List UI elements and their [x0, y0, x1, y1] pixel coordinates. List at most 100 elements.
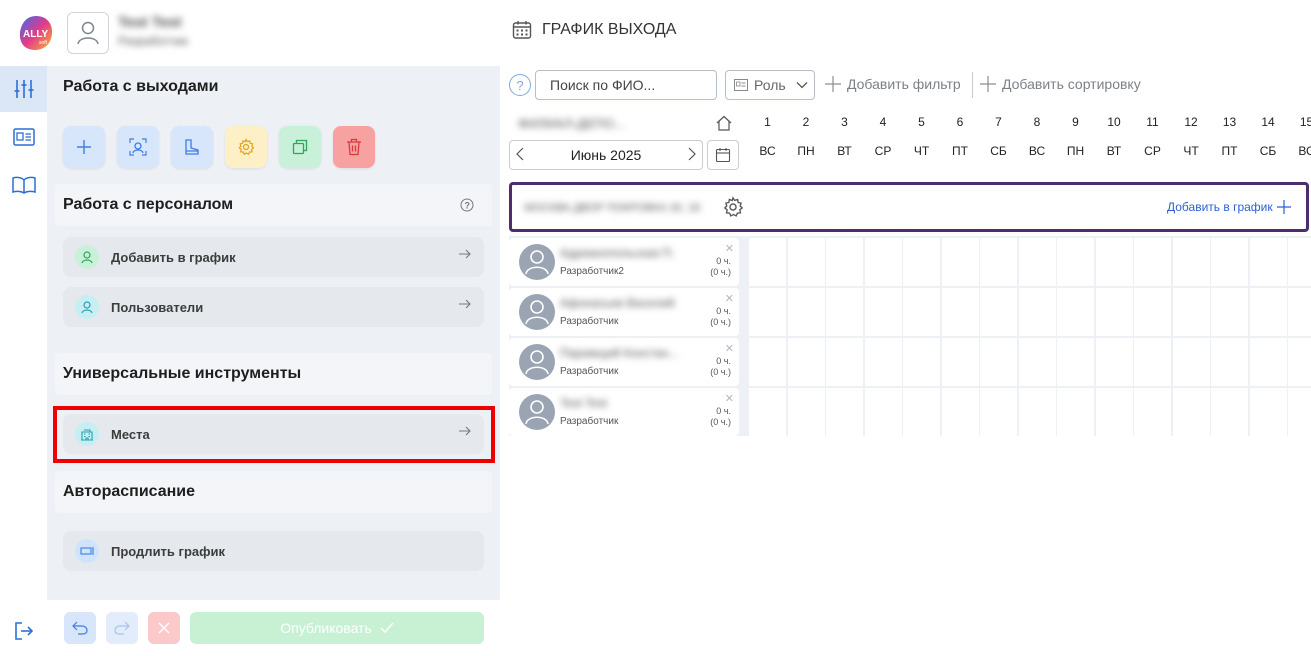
schedule-cell[interactable] — [826, 288, 863, 336]
schedule-cell[interactable] — [826, 338, 863, 386]
publish-button[interactable]: Опубликовать — [190, 612, 484, 644]
schedule-cell[interactable] — [980, 288, 1017, 336]
schedule-cell[interactable] — [1018, 338, 1056, 386]
employee-row[interactable]: Test Test Разработчик 0 ч. (0 ч.) ✕ — [509, 388, 739, 436]
rail-logout[interactable] — [0, 608, 47, 654]
schedule-cell[interactable] — [980, 388, 1017, 436]
remove-employee-icon[interactable]: ✕ — [725, 292, 734, 305]
schedule-cell[interactable] — [1211, 338, 1248, 386]
schedule-cell[interactable] — [826, 238, 863, 286]
schedule-cell[interactable] — [941, 338, 979, 386]
help-button[interactable]: ? — [509, 74, 531, 96]
schedule-cell[interactable] — [941, 238, 979, 286]
day-header: 10 ВТ — [1095, 108, 1133, 164]
schedule-cell[interactable] — [1095, 238, 1133, 286]
schedule-cell[interactable] — [1249, 388, 1287, 436]
schedule-cell[interactable] — [1095, 338, 1133, 386]
schedule-cell[interactable] — [749, 288, 786, 336]
schedule-cell[interactable] — [749, 238, 786, 286]
schedule-cell[interactable] — [980, 238, 1017, 286]
schedule-cell[interactable] — [787, 388, 825, 436]
cancel-button[interactable] — [148, 612, 180, 644]
role-select[interactable]: Роль — [725, 70, 815, 100]
schedule-cell[interactable] — [1018, 238, 1056, 286]
schedule-cell[interactable] — [787, 338, 825, 386]
next-month-button[interactable] — [688, 147, 696, 164]
employee-row[interactable]: Афонасьев Василий Разработчик 0 ч. (0 ч.) ✕ — [509, 288, 739, 336]
settings-button[interactable] — [225, 126, 267, 168]
schedule-cell[interactable] — [1288, 238, 1311, 286]
home-icon[interactable] — [716, 115, 732, 136]
employee-row[interactable]: Парамщий Констан... Разработчик 0 ч. (0 ч.)… — [509, 338, 739, 386]
schedule-cell[interactable] — [1057, 288, 1094, 336]
schedule-cell[interactable] — [749, 388, 786, 436]
assign-user-button[interactable] — [117, 126, 159, 168]
schedule-cell[interactable] — [941, 288, 979, 336]
schedule-cell[interactable] — [1057, 338, 1094, 386]
schedule-cell[interactable] — [1057, 238, 1094, 286]
schedule-cell[interactable] — [903, 288, 940, 336]
rail-item-cards[interactable] — [0, 114, 47, 160]
schedule-cell[interactable] — [1018, 388, 1056, 436]
remove-employee-icon[interactable]: ✕ — [725, 392, 734, 405]
remove-employee-icon[interactable]: ✕ — [725, 342, 734, 355]
undo-button[interactable] — [64, 612, 96, 644]
prev-month-button[interactable] — [516, 147, 524, 164]
schedule-cell[interactable] — [787, 238, 825, 286]
schedule-cell[interactable] — [1134, 238, 1171, 286]
menu-extend-schedule[interactable]: Продлить график — [63, 531, 484, 571]
schedule-cell[interactable] — [1288, 338, 1311, 386]
boot-button[interactable] — [171, 126, 213, 168]
remove-employee-icon[interactable]: ✕ — [725, 242, 734, 255]
schedule-cell[interactable] — [1172, 388, 1210, 436]
schedule-cell[interactable] — [1288, 388, 1311, 436]
schedule-cell[interactable] — [1211, 288, 1248, 336]
schedule-cell[interactable] — [1095, 388, 1133, 436]
schedule-cell[interactable] — [1057, 388, 1094, 436]
schedule-cell[interactable] — [903, 338, 940, 386]
redo-button[interactable] — [106, 612, 138, 644]
add-filter-button[interactable]: Добавить фильтр — [825, 76, 961, 92]
schedule-cell[interactable] — [864, 338, 902, 386]
rail-item-schedule[interactable] — [0, 66, 47, 112]
schedule-cell[interactable] — [864, 388, 902, 436]
day-number: 15 — [1299, 115, 1311, 129]
schedule-cell[interactable] — [1172, 288, 1210, 336]
schedule-cell[interactable] — [1134, 338, 1171, 386]
employee-row[interactable]: Адрианопольская П. Разработчик2 0 ч. (0 ч.)… — [509, 238, 739, 286]
schedule-cell[interactable] — [941, 388, 979, 436]
schedule-cell[interactable] — [1018, 288, 1056, 336]
schedule-cell[interactable] — [980, 338, 1017, 386]
add-sort-button[interactable]: Добавить сортировку — [980, 76, 1141, 92]
schedule-cell[interactable] — [1211, 388, 1248, 436]
menu-add-to-schedule[interactable]: Добавить в график — [63, 237, 484, 277]
schedule-cell[interactable] — [1134, 288, 1171, 336]
schedule-cell[interactable] — [903, 238, 940, 286]
delete-button[interactable] — [333, 126, 375, 168]
schedule-cell[interactable] — [864, 238, 902, 286]
schedule-cell[interactable] — [1134, 388, 1171, 436]
schedule-cell[interactable] — [787, 288, 825, 336]
rail-item-docs[interactable] — [0, 162, 47, 208]
menu-users[interactable]: Пользователи — [63, 287, 484, 327]
copy-button[interactable] — [279, 126, 321, 168]
schedule-cell[interactable] — [1249, 338, 1287, 386]
schedule-cell[interactable] — [1095, 288, 1133, 336]
schedule-cell[interactable] — [749, 338, 786, 386]
schedule-cell[interactable] — [826, 388, 863, 436]
gear-icon[interactable] — [722, 196, 744, 223]
schedule-cell[interactable] — [1288, 288, 1311, 336]
schedule-cell[interactable] — [1172, 238, 1210, 286]
add-shift-button[interactable] — [63, 126, 105, 168]
date-picker-button[interactable] — [707, 140, 739, 170]
user-avatar[interactable] — [67, 12, 109, 54]
add-to-schedule-link[interactable]: Добавить в график — [1167, 200, 1291, 214]
schedule-cell[interactable] — [1249, 288, 1287, 336]
help-icon[interactable]: ? — [460, 198, 474, 217]
schedule-cell[interactable] — [1249, 238, 1287, 286]
schedule-cell[interactable] — [1211, 238, 1248, 286]
schedule-cell[interactable] — [903, 388, 940, 436]
search-input[interactable] — [535, 70, 717, 100]
schedule-cell[interactable] — [1172, 338, 1210, 386]
schedule-cell[interactable] — [864, 288, 902, 336]
